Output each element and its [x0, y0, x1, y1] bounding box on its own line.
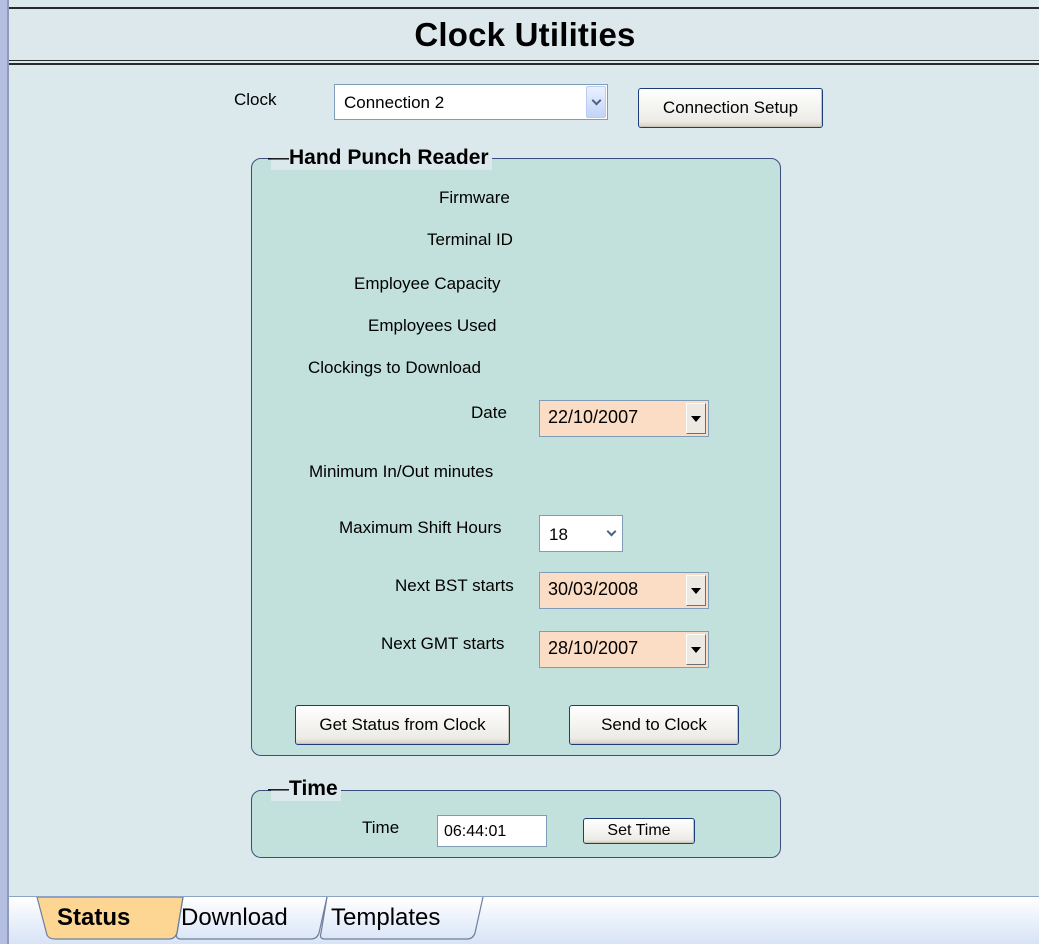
- gmt-date-picker[interactable]: 28/10/2007: [539, 631, 709, 668]
- send-to-clock-button[interactable]: Send to Clock: [569, 705, 739, 745]
- clock-label: Clock: [234, 90, 277, 109]
- minimum-in-out-minutes-label: Minimum In/Out minutes: [309, 462, 494, 481]
- window-title: Clock Utilities: [414, 16, 636, 53]
- chevron-down-icon[interactable]: [601, 517, 621, 550]
- dropdown-arrow-icon[interactable]: [686, 634, 706, 665]
- date-picker[interactable]: 22/10/2007: [539, 400, 709, 437]
- date-value: 22/10/2007: [548, 407, 639, 427]
- time-value: 06:44:01: [444, 823, 507, 840]
- gmt-date-value: 28/10/2007: [548, 638, 639, 658]
- max-shift-hours-select[interactable]: 18: [539, 515, 623, 552]
- next-bst-starts-label: Next BST starts: [395, 576, 514, 595]
- tab-strip: Status Download Templates: [9, 896, 1039, 944]
- tab-download[interactable]: Download: [181, 897, 288, 939]
- hand-punch-reader-title: —Hand Punch Reader: [268, 146, 492, 170]
- title-bar: Clock Utilities: [9, 7, 1039, 65]
- dropdown-arrow-icon[interactable]: [686, 403, 706, 434]
- clockings-to-download-label: Clockings to Download: [308, 358, 481, 377]
- maximum-shift-hours-label: Maximum Shift Hours: [339, 518, 502, 537]
- firmware-label: Firmware: [439, 188, 510, 207]
- clock-utilities-window: Clock Utilities Clock Connection 2 Conne…: [7, 0, 1039, 944]
- employee-capacity-label: Employee Capacity: [354, 274, 501, 293]
- get-status-from-clock-button[interactable]: Get Status from Clock: [295, 705, 510, 745]
- chevron-down-icon[interactable]: [586, 86, 606, 118]
- clock-select[interactable]: Connection 2: [334, 84, 608, 120]
- employees-used-label: Employees Used: [368, 316, 497, 335]
- set-time-button[interactable]: Set Time: [583, 818, 695, 844]
- bst-date-picker[interactable]: 30/03/2008: [539, 572, 709, 609]
- time-label: Time: [362, 818, 400, 837]
- time-input[interactable]: 06:44:01: [437, 815, 547, 847]
- bst-date-value: 30/03/2008: [548, 579, 639, 599]
- time-group-title: —Time: [268, 777, 341, 801]
- dropdown-arrow-icon[interactable]: [686, 575, 706, 606]
- tab-status[interactable]: Status: [57, 897, 130, 939]
- next-gmt-starts-label: Next GMT starts: [381, 634, 505, 653]
- date-label: Date: [471, 403, 507, 422]
- tab-templates[interactable]: Templates: [331, 897, 440, 939]
- max-shift-hours-value: 18: [549, 525, 568, 544]
- terminal-id-label: Terminal ID: [427, 230, 513, 249]
- clock-select-value: Connection 2: [344, 93, 445, 112]
- connection-setup-button[interactable]: Connection Setup: [638, 88, 823, 128]
